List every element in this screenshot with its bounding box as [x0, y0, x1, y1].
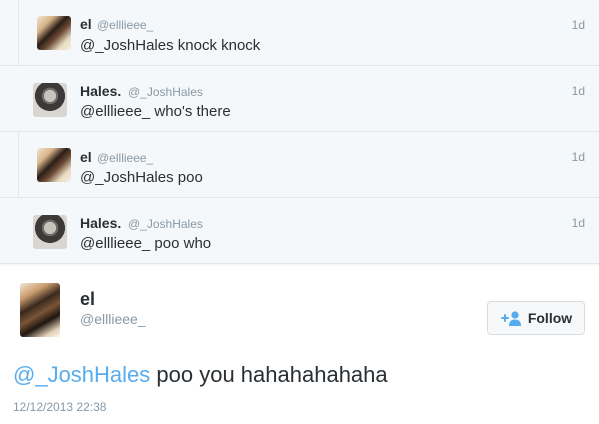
follow-button[interactable]: Follow: [487, 301, 585, 335]
reply-author-handle[interactable]: @elllieee_: [97, 18, 153, 32]
reply-timestamp[interactable]: 1d: [572, 150, 585, 164]
reply-timestamp[interactable]: 1d: [572, 18, 585, 32]
reply-tweet[interactable]: Hales. @_JoshHales 1d @elllieee_ poo who: [0, 198, 599, 264]
reply-author-handle[interactable]: @_JoshHales: [128, 217, 203, 231]
main-tweet: el @elllieee_ Follow @_JoshHales poo you…: [0, 266, 599, 424]
tweet-body: poo you hahahahahaha: [150, 362, 388, 387]
reply-timestamp[interactable]: 1d: [572, 216, 585, 230]
thread-line: [18, 0, 19, 65]
hales-avatar[interactable]: [33, 83, 67, 117]
el-avatar[interactable]: [37, 16, 71, 50]
el-avatar[interactable]: [37, 148, 71, 182]
add-user-icon: [500, 311, 521, 326]
reply-tweet[interactable]: el @elllieee_ 1d @_JoshHales knock knock: [0, 0, 599, 66]
reply-timestamp[interactable]: 1d: [572, 84, 585, 98]
hales-avatar[interactable]: [33, 215, 67, 249]
tweet-text: @_JoshHales poo you hahahahahaha: [13, 362, 388, 388]
reply-text: @elllieee_ who's there: [80, 103, 231, 120]
thread-line: [18, 132, 19, 197]
reply-author-handle[interactable]: @_JoshHales: [128, 85, 203, 99]
reply-text: @_JoshHales poo: [80, 169, 203, 186]
reply-tweet[interactable]: el @elllieee_ 1d @_JoshHales poo: [0, 132, 599, 198]
reply-author-name[interactable]: el: [80, 149, 92, 165]
main-author-handle[interactable]: @elllieee_: [80, 311, 146, 327]
mention-link[interactable]: @_JoshHales: [13, 362, 150, 387]
reply-author-name[interactable]: Hales.: [80, 215, 121, 231]
reply-text: @_JoshHales knock knock: [80, 37, 261, 54]
tweet-timestamp[interactable]: 12/12/2013 22:38: [13, 400, 106, 414]
follow-label: Follow: [527, 310, 573, 326]
reply-text: @elllieee_ poo who: [80, 235, 212, 252]
reply-author-handle[interactable]: @elllieee_: [97, 151, 153, 165]
conversation-thread: el @elllieee_ 1d @_JoshHales knock knock…: [0, 0, 599, 266]
reply-author-name[interactable]: el: [80, 16, 92, 32]
main-author-name[interactable]: el: [80, 289, 95, 310]
reply-author-name[interactable]: Hales.: [80, 83, 121, 99]
reply-tweet[interactable]: Hales. @_JoshHales 1d @elllieee_ who's t…: [0, 66, 599, 132]
el-avatar[interactable]: [20, 283, 60, 337]
